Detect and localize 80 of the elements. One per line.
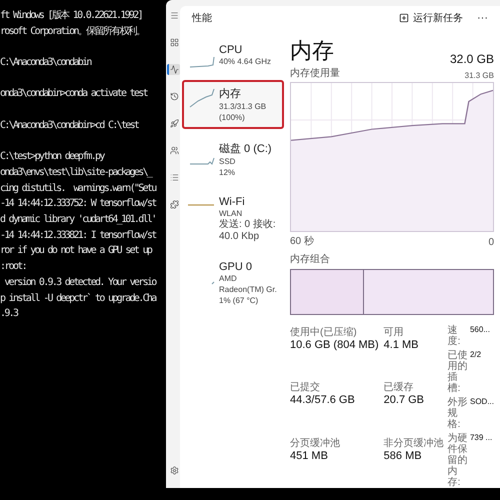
stat-label: 使用中(已压缩): [290, 326, 358, 339]
property-label: 速度:: [448, 325, 462, 347]
device-detail: 31.3/31.3 GB (100%): [219, 101, 268, 123]
terminal-line: ft Windows [版本 10.0.22621.1992]: [0, 8, 142, 23]
device-item[interactable]: Wi-Fi WLAN 发送: 0 接收: 40.0 Kbp: [182, 190, 284, 249]
terminal-line: C:\Anaconda3\condabin>cd C:\test: [0, 118, 138, 133]
property-label: 已使用的插槽:: [448, 350, 468, 394]
stat-value: 44.3/57.6 GB: [290, 394, 356, 406]
property-value: 560...: [470, 325, 491, 336]
stat-label: 已提交: [290, 380, 321, 394]
device-item[interactable]: 磁盘 0 (C:) SSD 12%: [182, 135, 284, 184]
device-name: 磁盘 0 (C:): [219, 142, 272, 156]
device-detail: 40% 4.64 GHz: [219, 56, 272, 67]
device-name: CPU: [219, 44, 244, 56]
device-detail: 12%: [219, 167, 236, 178]
terminal-line: :root:: [0, 260, 26, 274]
nav-button[interactable]: [166, 64, 180, 75]
device-item[interactable]: GPU 0 AMD Radeon(TM) Gr. 1% (67 °C): [182, 255, 284, 312]
terminal-line: ror if you do not have a GPU set up: [0, 244, 152, 258]
device-name: GPU 0: [219, 261, 254, 273]
grid-icon: [170, 38, 178, 47]
device-subtitle: SSD: [219, 156, 236, 167]
usage-sparkline: [189, 56, 215, 68]
terminal-line: p install -U deepctr` to upgrade.Cha: [0, 292, 156, 306]
device-subtitle: WLAN: [219, 208, 244, 219]
property-label: 外形规格:: [448, 397, 468, 430]
usage-sparkline: [189, 88, 215, 108]
usage-sparkline: [211, 281, 215, 285]
run-new-task-button[interactable]: 运行新任务: [395, 9, 467, 27]
property-label: 为硬件保留的内存:: [448, 433, 468, 488]
usage-sparkline: [189, 157, 215, 165]
clock-icon: [170, 92, 178, 101]
device-name: 内存: [219, 87, 242, 101]
rocket-icon: [170, 119, 178, 128]
property-value: SOD...: [470, 397, 494, 408]
chart-label: 内存使用量: [290, 66, 340, 80]
time-start: 60 秒: [290, 234, 314, 248]
terminal-line: version 0.9.3 detected. Your versio: [3, 276, 156, 290]
composition-label: 内存组合: [290, 252, 331, 266]
device-name: Wi-Fi: [219, 196, 246, 208]
device-detail: 1% (67 °C): [219, 295, 260, 306]
stat-label: 非分页缓冲池: [384, 436, 444, 450]
terminal-line: d dynamic library 'cudart64_101.dll': [0, 213, 156, 228]
device-item[interactable]: 内存 31.3/31.3 GB (100%): [182, 80, 284, 129]
terminal-line: rosoft Corporation。保留所有权利。: [0, 24, 144, 39]
device-subtitle: AMD Radeon(TM) Gr.: [219, 273, 278, 295]
list-icon: [170, 173, 178, 182]
stat-value: 586 MB: [384, 450, 423, 462]
terminal-line: cing distutils. warnings.warn("Setu: [0, 182, 156, 196]
property-value: 739 ...: [470, 433, 494, 444]
terminal-line: -14 14:44:12.333821: I tensorflow/st: [0, 228, 156, 243]
stat-value: 10.6 GB (804 MB): [290, 339, 379, 351]
terminal-line: .9.3: [0, 307, 18, 322]
terminal-line: onda3\envs\test\lib\site-packages\_: [0, 166, 152, 180]
time-end: 0: [488, 237, 494, 248]
total-memory: 32.0 GB: [450, 52, 494, 66]
device-detail: 发送: 0 接收: 40.0 Kbp: [219, 219, 277, 243]
stat-label: 可用: [384, 326, 405, 339]
property-value: 2/2: [470, 350, 482, 361]
settings-icon: [170, 466, 178, 475]
page-title: 性能: [192, 12, 213, 25]
device-item[interactable]: CPU 40% 4.64 GHz: [182, 38, 284, 74]
terminal-line: onda3\condabin>conda activate test: [0, 87, 147, 102]
section-title: 内存: [290, 37, 334, 65]
users-icon: [170, 146, 178, 155]
square-plus-icon: [399, 13, 409, 23]
terminal-line: C:\Anaconda3\condabin: [0, 56, 91, 70]
terminal-line: -14 14:44:12.333752: W tensorflow/st: [0, 197, 156, 212]
puzzle-icon: [170, 200, 178, 209]
stat-value: 451 MB: [290, 450, 329, 462]
stat-label: 已缓存: [384, 380, 415, 394]
menu-icon: [170, 11, 178, 20]
stat-value: 4.1 MB: [384, 339, 420, 351]
chart-max: 31.3 GB: [464, 71, 494, 80]
stat-label: 分页缓冲池: [290, 436, 341, 450]
usage-sparkline: [187, 204, 215, 206]
terminal-line: C:\test>python deepfm.py: [0, 150, 104, 164]
stat-value: 20.7 GB: [384, 394, 426, 406]
more-button[interactable]: ···: [475, 10, 490, 26]
pulse-icon: [170, 65, 178, 74]
